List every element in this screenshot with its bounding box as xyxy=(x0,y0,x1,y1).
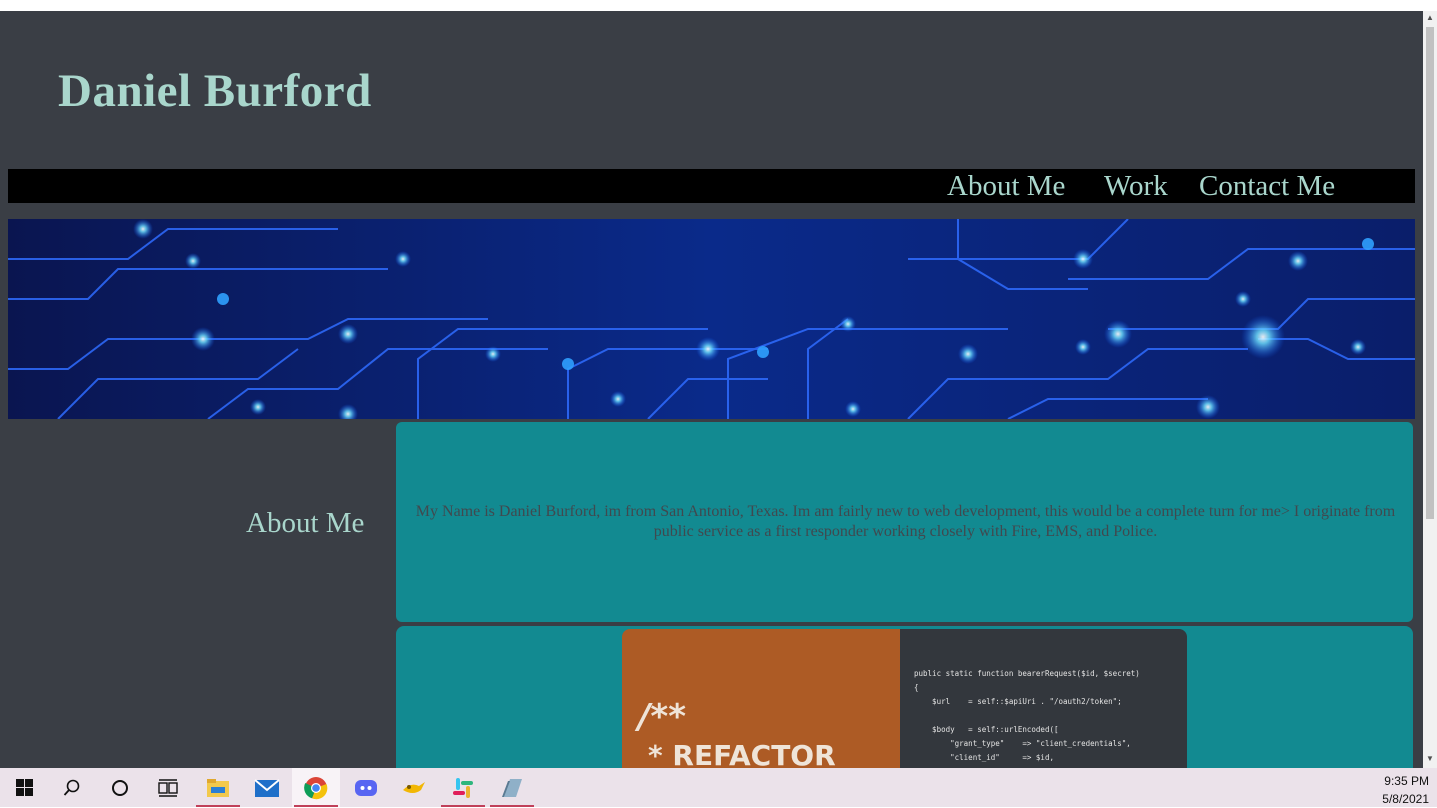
site-title: Daniel Burford xyxy=(58,65,372,117)
nav-link-contact-me[interactable]: Contact Me xyxy=(1199,170,1335,203)
cortana-icon[interactable] xyxy=(96,768,144,807)
scroll-up-arrow-icon[interactable]: ▲ xyxy=(1426,14,1434,22)
scrollbar-thumb[interactable] xyxy=(1426,27,1434,519)
genie-icon[interactable] xyxy=(390,768,438,807)
about-me-text: My Name is Daniel Burford, im from San A… xyxy=(415,503,1396,540)
hero-circuit-banner xyxy=(8,219,1415,419)
image-code-text: public static function bearerRequest($id… xyxy=(914,669,1140,762)
windows-taskbar: 9:35 PM 5/8/2021 xyxy=(0,768,1437,807)
about-me-card: My Name is Daniel Burford, im from San A… xyxy=(396,422,1413,622)
navbar: About Me Work Contact Me xyxy=(8,169,1415,203)
search-icon[interactable] xyxy=(48,768,96,807)
file-explorer-icon[interactable] xyxy=(194,768,242,807)
task-view-icon[interactable] xyxy=(144,768,192,807)
about-me-heading: About Me xyxy=(246,507,365,539)
vertical-scrollbar[interactable]: ▲ ▼ xyxy=(1423,11,1437,768)
image-refactor-text: * REFACTOR xyxy=(648,739,836,768)
nav-link-about-me[interactable]: About Me xyxy=(947,170,1065,203)
notes-icon[interactable] xyxy=(488,768,536,807)
mail-icon[interactable] xyxy=(243,768,291,807)
clock-date: 5/8/2021 xyxy=(1382,792,1429,806)
image-comment-text: /** xyxy=(638,697,686,737)
chrome-icon[interactable] xyxy=(292,768,340,807)
nav-link-work[interactable]: Work xyxy=(1104,170,1168,203)
clock-time: 9:35 PM xyxy=(1384,774,1429,788)
system-clock[interactable]: 9:35 PM 5/8/2021 xyxy=(1382,772,1429,808)
work-card: /** * REFACTOR public static function be… xyxy=(396,626,1413,768)
slack-icon[interactable] xyxy=(439,768,487,807)
browser-top-strip xyxy=(0,0,1437,11)
work-project-image[interactable]: /** * REFACTOR public static function be… xyxy=(622,629,1187,768)
refactor-panel: /** * REFACTOR xyxy=(622,629,900,768)
page: Daniel Burford About Me Work Contact Me xyxy=(0,11,1423,768)
discord-icon[interactable] xyxy=(342,768,390,807)
code-panel: public static function bearerRequest($id… xyxy=(900,629,1187,768)
windows-start-icon[interactable] xyxy=(0,768,48,807)
scroll-down-arrow-icon[interactable]: ▼ xyxy=(1426,755,1434,763)
